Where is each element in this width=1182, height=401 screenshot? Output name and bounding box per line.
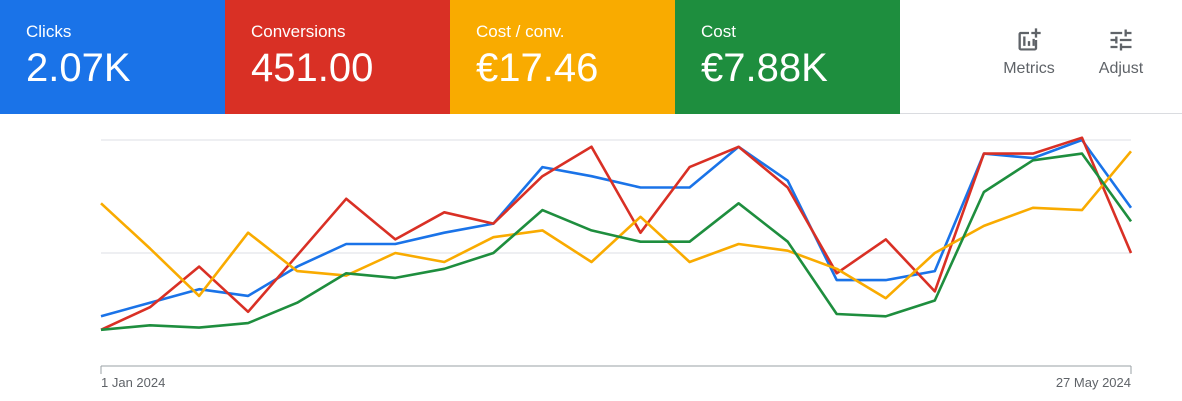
- metric-card-clicks[interactable]: Clicks 2.07K: [0, 0, 225, 114]
- metrics-header: Clicks 2.07K Conversions 451.00 Cost / c…: [0, 0, 1182, 114]
- metrics-button-label: Metrics: [1003, 60, 1055, 77]
- tune-icon: [1110, 29, 1132, 51]
- performance-line-chart: 1 Jan 2024 27 May 2024: [100, 136, 1133, 390]
- metric-card-cost[interactable]: Cost €7.88K: [675, 0, 900, 114]
- x-axis-start-label: 1 Jan 2024: [101, 375, 165, 390]
- adjust-button[interactable]: Adjust: [1081, 26, 1161, 90]
- series-line-clicks: [100, 138, 1133, 318]
- metric-label: Cost / conv.: [476, 22, 565, 41]
- metric-label: Conversions: [251, 22, 346, 41]
- x-axis-end-label: 27 May 2024: [1056, 375, 1131, 390]
- add-chart-icon: [1018, 28, 1041, 51]
- metric-value: 451.00: [251, 46, 374, 90]
- series-layer: [100, 136, 1133, 332]
- metric-card-conversions[interactable]: Conversions 451.00: [225, 0, 450, 114]
- adjust-button-label: Adjust: [1098, 60, 1144, 77]
- metrics-button[interactable]: Metrics: [989, 26, 1069, 90]
- metric-value: €7.88K: [701, 46, 828, 90]
- metric-value: €17.46: [476, 46, 599, 90]
- metric-label: Clicks: [26, 22, 72, 41]
- metric-card-cost-per-conv[interactable]: Cost / conv. €17.46: [450, 0, 675, 114]
- metric-value: 2.07K: [26, 46, 131, 90]
- series-line-conversions: [100, 136, 1133, 331]
- metric-label: Cost: [701, 22, 736, 41]
